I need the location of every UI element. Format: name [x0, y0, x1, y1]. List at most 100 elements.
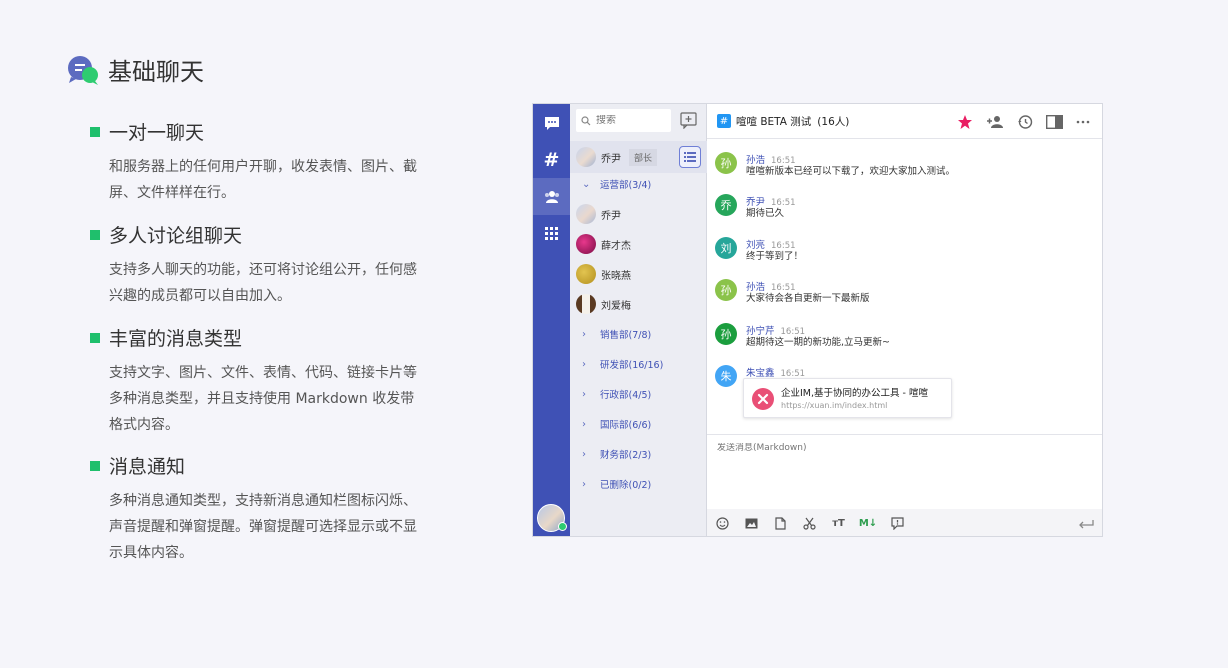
message-item: 孙 孙宁芹 16:51 超期待这一期的新功能,立马更新~ — [715, 319, 1095, 359]
avatar: 孙 — [715, 323, 737, 345]
app-window: # 搜索 乔尹 部长 ⌄ 运营部(3/4) 乔尹 薛才杰 张晓燕 刘爱梅 › 销… — [532, 103, 1103, 537]
avatar: 乔 — [715, 194, 737, 216]
image-icon[interactable] — [744, 516, 759, 531]
composer-toolbar: тT M↓ — [707, 509, 1102, 536]
message-text: 超期待这一期的新功能,立马更新~ — [746, 337, 890, 348]
apps-grid-icon — [545, 227, 558, 240]
emoji-icon[interactable] — [715, 516, 730, 531]
group-row-admin[interactable]: › 行政部(4/5) — [570, 379, 707, 409]
member-row[interactable]: 张晓燕 — [570, 259, 707, 289]
feature-desc: 支持文字、图片、文件、表情、代码、链接卡片等多种消息类型，并且支持使用 Mark… — [109, 365, 417, 433]
group-row-deleted[interactable]: › 已删除(0/2) — [570, 469, 707, 499]
feature-message-types: 丰富的消息类型 支持文字、图片、文件、表情、代码、链接卡片等多种消息类型，并且支… — [90, 324, 430, 438]
chevron-right-icon: › — [582, 388, 586, 400]
code-snippet-icon[interactable] — [890, 516, 905, 531]
message-text: 喧喧新版本已经可以下载了，欢迎大家加入测试。 — [746, 166, 956, 177]
chevron-right-icon: › — [582, 448, 586, 460]
group-row-intl[interactable]: › 国际部(6/6) — [570, 409, 707, 439]
member-row[interactable]: 薛才杰 — [570, 229, 707, 259]
online-status-dot — [558, 522, 567, 531]
avatar — [576, 294, 596, 314]
send-icon[interactable] — [1077, 516, 1095, 531]
star-icon[interactable] — [956, 113, 974, 131]
chat-icon — [544, 116, 559, 130]
nav-rail: # — [533, 104, 570, 536]
nav-apps[interactable] — [533, 215, 570, 252]
nav-chat[interactable] — [533, 104, 570, 141]
xuanxuan-logo-icon — [752, 388, 774, 410]
group-row-ops[interactable]: ⌄ 运营部(3/4) — [570, 169, 707, 199]
group-label: 销售部(7/8) — [600, 330, 652, 341]
avatar: 孙 — [715, 152, 737, 174]
avatar: 朱 — [715, 365, 737, 387]
group-label: 研发部(16/16) — [600, 360, 664, 371]
search-icon — [581, 115, 591, 125]
channel-hash-icon: # — [543, 148, 560, 171]
group-row-rd[interactable]: › 研发部(16/16) — [570, 349, 707, 379]
search-box[interactable] — [576, 109, 671, 132]
avatar — [576, 234, 596, 254]
message-text: 大家待会各自更新一下最新版 — [746, 293, 870, 304]
chat-title: 喧喧 BETA 测试 — [736, 115, 812, 128]
message-composer: тT M↓ — [707, 434, 1102, 536]
message-input[interactable] — [717, 443, 1087, 453]
group-label: 已删除(0/2) — [600, 480, 652, 491]
avatar — [576, 147, 596, 167]
chevron-down-icon: ⌄ — [582, 178, 591, 190]
channel-hash-icon: # — [717, 114, 731, 128]
message-text: 期待已久 — [746, 208, 785, 219]
feature-title: 丰富的消息类型 — [109, 328, 243, 350]
history-icon[interactable] — [1016, 113, 1034, 131]
avatar: 刘 — [715, 237, 737, 259]
file-icon[interactable] — [773, 516, 788, 531]
feature-desc: 多种消息通知类型，支持新消息通知栏图标闪烁、声音提醒和弹窗提醒。弹窗提醒可选择显… — [109, 493, 417, 561]
bullet-marker — [90, 126, 100, 137]
group-label: 财务部(2/3) — [600, 450, 652, 461]
link-card-url: https://xuan.im/index.html — [781, 401, 888, 410]
group-label: 运营部(3/4) — [600, 180, 652, 191]
font-size-icon[interactable]: тT — [831, 516, 846, 531]
list-icon — [684, 152, 696, 162]
bullet-marker — [90, 229, 100, 240]
link-card[interactable]: 企业IM,基于协同的办公工具 - 喧喧 https://xuan.im/inde… — [743, 378, 952, 418]
list-view-toggle[interactable] — [679, 146, 701, 168]
contact-list-panel: 乔尹 部长 ⌄ 运营部(3/4) 乔尹 薛才杰 张晓燕 — [570, 104, 707, 536]
add-member-icon[interactable] — [986, 113, 1004, 131]
member-row[interactable]: 乔尹 — [570, 199, 707, 229]
member-name: 乔尹 — [601, 210, 621, 222]
bullet-marker — [90, 460, 100, 471]
group-row-sales[interactable]: › 销售部(7/8) — [570, 319, 707, 349]
nav-contacts[interactable] — [533, 178, 570, 215]
chat-header: # 喧喧 BETA 测试 (16人) — [707, 104, 1102, 139]
screenshot-icon[interactable] — [802, 516, 817, 531]
chat-panel: # 喧喧 BETA 测试 (16人) 孙 孙浩 16:51 喧喧新版本已经可以下… — [707, 104, 1102, 536]
sidebar-toggle-icon[interactable] — [1045, 113, 1063, 131]
avatar — [576, 264, 596, 284]
add-chat-icon[interactable] — [680, 112, 697, 129]
bullet-marker — [90, 332, 100, 343]
search-input[interactable] — [596, 115, 666, 126]
feature-group-chat: 多人讨论组聊天 支持多人聊天的功能，还可将讨论组公开，任何感兴趣的成员都可以自由… — [90, 221, 430, 309]
member-name: 薛才杰 — [601, 240, 631, 252]
message-text: 终于等到了！ — [746, 251, 804, 262]
chat-bubbles-icon — [68, 55, 98, 85]
member-count: (16人) — [817, 115, 850, 128]
group-label: 行政部(4/5) — [600, 390, 652, 401]
markdown-icon[interactable]: M↓ — [859, 516, 877, 531]
nav-channels[interactable]: # — [533, 141, 570, 178]
member-row[interactable]: 刘爱梅 — [570, 289, 707, 319]
member-name: 张晓燕 — [601, 270, 631, 282]
more-icon[interactable] — [1074, 113, 1092, 131]
chevron-right-icon: › — [582, 418, 586, 430]
group-row-finance[interactable]: › 财务部(2/3) — [570, 439, 707, 469]
feature-desc: 支持多人聊天的功能，还可将讨论组公开，任何感兴趣的成员都可以自由加入。 — [109, 262, 417, 304]
avatar — [576, 204, 596, 224]
role-badge: 部长 — [629, 148, 658, 166]
chevron-right-icon: › — [582, 358, 586, 370]
feature-desc: 和服务器上的任何用户开聊，收发表情、图片、截屏、文件样样在行。 — [109, 159, 417, 201]
message-item: 刘 刘亮 16:51 终于等到了！ — [715, 233, 1095, 273]
section-title: 基础聊天 — [108, 58, 204, 86]
message-item: 乔 乔尹 16:51 期待已久 — [715, 190, 1095, 230]
feature-one-to-one: 一对一聊天 和服务器上的任何用户开聊，收发表情、图片、截屏、文件样样在行。 — [90, 118, 430, 206]
message-item: 孙 孙浩 16:51 喧喧新版本已经可以下载了，欢迎大家加入测试。 — [715, 148, 1095, 188]
